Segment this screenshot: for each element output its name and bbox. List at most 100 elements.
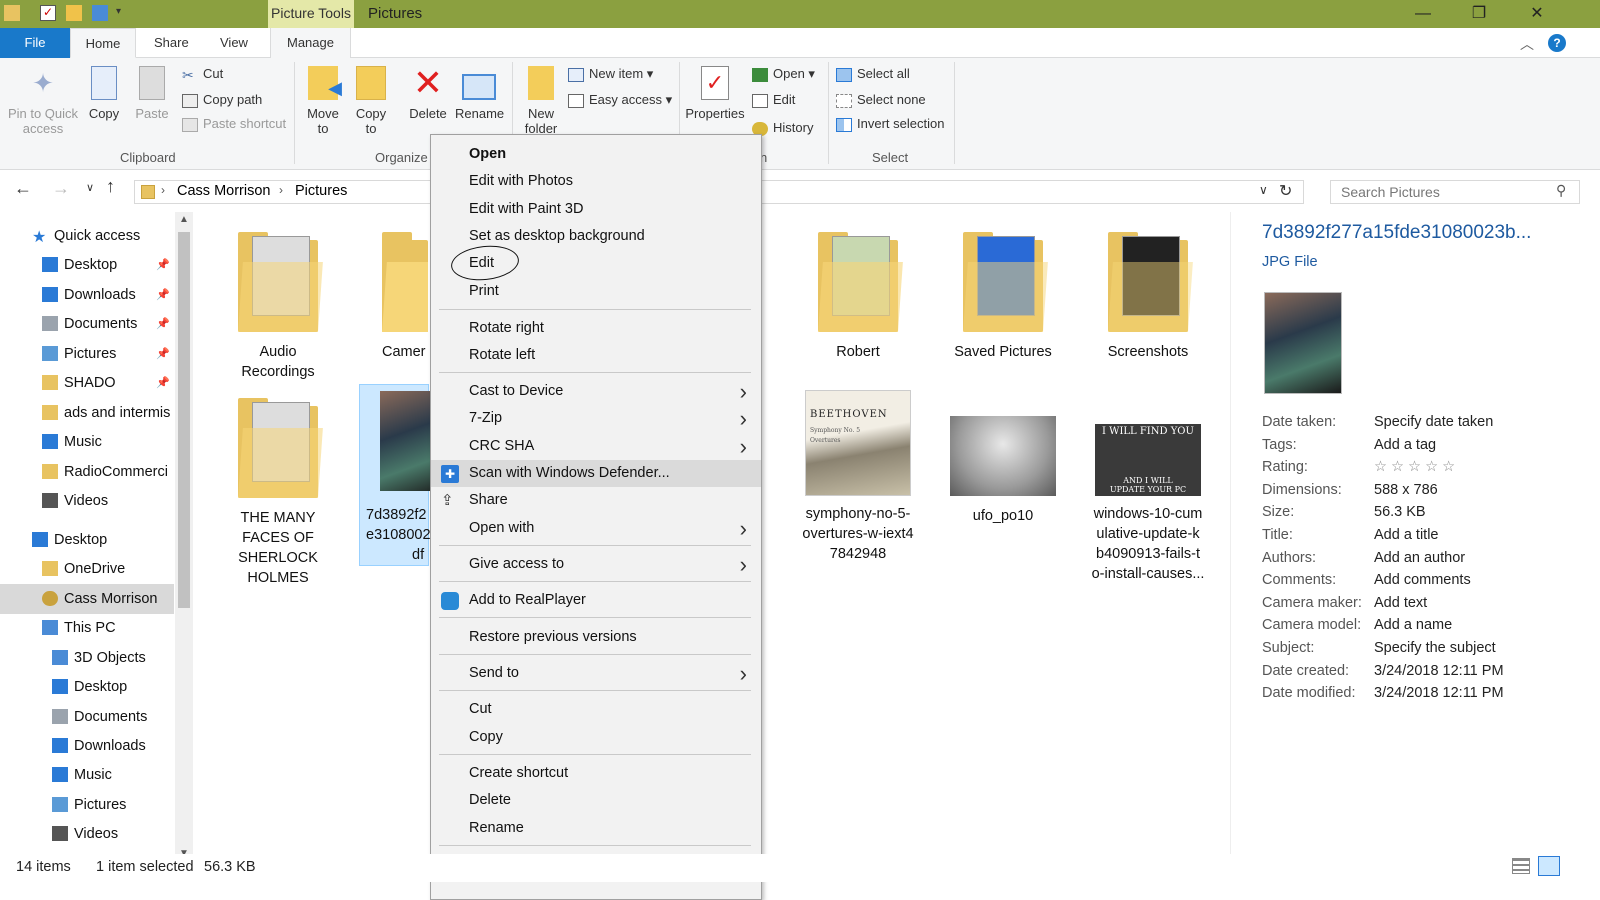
menu-item-open-with[interactable]: Open with › [431,515,761,542]
nav-quick-item[interactable]: Desktop 📌 [0,250,174,280]
menu-item-edit-with-photos[interactable]: Edit with Photos [431,168,761,195]
menu-item-add-to-realplayer[interactable]: Add to RealPlayer [431,587,761,614]
nav-quick-item[interactable]: RadioCommerci [0,457,174,487]
nav-quick-access[interactable]: ★ Quick access [0,221,174,251]
folder-item-sherlock-holmes[interactable]: THE MANY FACES OF SHERLOCK HOLMES [213,398,343,588]
menu-item-create-shortcut[interactable]: Create shortcut [431,760,761,787]
menu-item-restore-previous-versions[interactable]: Restore previous versions [431,624,761,651]
copy-button[interactable]: Copy [84,66,124,121]
nav-desktop-root[interactable]: Desktop [0,525,174,555]
menu-item-edit-with-paint-3d[interactable]: Edit with Paint 3D [431,196,761,223]
menu-item-rename[interactable]: Rename [431,815,761,842]
menu-item-delete[interactable]: Delete [431,787,761,814]
nav-pc-item[interactable]: Videos [0,819,174,849]
menu-item-give-access-to[interactable]: Give access to › [431,551,761,578]
menu-item-share[interactable]: Share ⇪ [431,487,761,514]
tab-home[interactable]: Home [70,28,136,58]
pin-icon[interactable]: 📌 [156,368,170,398]
property-value[interactable]: Add a tag [1374,437,1436,453]
pin-icon[interactable]: 📌 [156,280,170,310]
pin-icon[interactable]: 📌 [156,309,170,339]
select-all-button[interactable]: Select all [836,64,910,86]
menu-item-scan-with-windows-defender[interactable]: Scan with Windows Defender... ✚ [431,460,761,487]
nav-scrollbar-thumb[interactable] [178,232,190,608]
nav-quick-item[interactable]: Documents 📌 [0,309,174,339]
property-value[interactable]: ☆ ☆ ☆ ☆ ☆ [1374,459,1455,475]
property-value[interactable]: Specify the subject [1374,640,1496,656]
large-icons-view-icon[interactable] [1538,856,1560,876]
folder-item-robert[interactable]: Robert [793,232,923,362]
refresh-icon[interactable]: ↻ [1279,181,1292,201]
breadcrumb-cass-morrison[interactable]: Cass Morrison [177,183,270,199]
tab-manage[interactable]: Manage [270,28,351,58]
tab-file[interactable]: File [0,28,70,58]
pin-to-quick-access-button[interactable]: ✦ Pin to Quick access [4,66,82,136]
copy-path-button[interactable]: Copy path [182,90,262,112]
tab-share[interactable]: Share [138,28,205,58]
delete-button[interactable]: ✕ Delete [406,65,450,122]
pin-icon[interactable]: 📌 [156,339,170,369]
rename-quick-icon[interactable] [92,5,108,21]
search-input[interactable]: Search Pictures [1330,180,1580,204]
nav-pc-item[interactable]: Music [0,760,174,790]
move-to-button[interactable]: ◀ Move to [302,66,344,136]
property-value[interactable]: Add a name [1374,617,1452,633]
recent-locations-icon[interactable]: ∨ [86,181,94,194]
menu-item-7-zip[interactable]: 7-Zip › [431,405,761,432]
property-value[interactable]: Specify date taken [1374,414,1493,430]
menu-item-rotate-right[interactable]: Rotate right [431,315,761,342]
edit-button[interactable]: Edit [752,90,795,112]
breadcrumb-pictures[interactable]: Pictures [295,183,347,199]
folder-item-audio-recordings[interactable]: Audio Recordings [213,232,343,382]
menu-item-copy[interactable]: Copy [431,724,761,751]
cut-button[interactable]: ✂ Cut [182,64,223,86]
folder-item-camera[interactable]: Camer [358,232,428,362]
nav-quick-item[interactable]: SHADO 📌 [0,368,174,398]
nav-quick-item[interactable]: Downloads 📌 [0,280,174,310]
forward-arrow-icon[interactable]: → [52,178,70,199]
search-icon[interactable]: ⚲ [1556,182,1566,199]
nav-quick-item[interactable]: ads and intermis [0,398,174,428]
new-item-button[interactable]: New item ▾ [568,64,653,86]
file-item-ufo[interactable]: ufo_po10 [938,416,1068,526]
nav-pc-item[interactable]: 3D Objects [0,643,174,673]
selected-file-item[interactable]: 7d3892f2 e3108002 df [359,384,450,566]
property-value[interactable]: Add a title [1374,527,1439,543]
property-value[interactable]: Add text [1374,595,1427,611]
easy-access-button[interactable]: Easy access ▾ [568,90,672,112]
file-item-windows-10-update[interactable]: I WILL FIND YOU AND I WILL UPDATE YOUR P… [1083,424,1213,584]
new-folder-button[interactable]: New folder [520,66,562,136]
menu-item-open[interactable]: Open [431,141,761,168]
property-value[interactable]: Add an author [1374,550,1465,566]
properties-quick-icon[interactable]: ✓ [40,5,56,21]
folder-item-saved-pictures[interactable]: Saved Pictures [938,232,1068,362]
open-button[interactable]: Open ▾ [752,64,815,86]
menu-item-print[interactable]: Print [431,278,761,305]
nav-this-pc[interactable]: This PC [0,613,174,643]
property-value[interactable]: 3/24/2018 12:11 PM [1374,663,1504,679]
menu-item-cast-to-device[interactable]: Cast to Device › [431,378,761,405]
property-value[interactable]: 588 x 786 [1374,482,1438,498]
property-value[interactable]: 56.3 KB [1374,504,1426,520]
customize-quick-access-icon[interactable]: ▾ [116,6,121,17]
tab-view[interactable]: View [204,28,264,58]
menu-item-send-to[interactable]: Send to › [431,660,761,687]
up-arrow-icon[interactable]: ↑ [106,176,115,197]
close-button[interactable]: ✕ [1514,0,1560,28]
file-item-symphony[interactable]: BEETHOVEN Symphony No. 5 Overtures symph… [793,390,923,564]
nav-pc-item[interactable]: Desktop [0,672,174,702]
nav-quick-item[interactable]: Pictures 📌 [0,339,174,369]
back-arrow-icon[interactable]: ← [14,178,32,199]
new-folder-quick-icon[interactable] [66,5,82,21]
scroll-up-icon[interactable]: ▲ [179,214,189,225]
paste-shortcut-button[interactable]: Paste shortcut [182,114,286,136]
invert-selection-button[interactable]: Invert selection [836,114,944,136]
property-value[interactable]: Add comments [1374,572,1471,588]
property-value[interactable]: 3/24/2018 12:11 PM [1374,685,1504,701]
nav-pc-item[interactable]: Pictures [0,790,174,820]
copy-to-button[interactable]: Copy to [350,66,392,136]
nav-pc-item[interactable]: Downloads [0,731,174,761]
menu-item-cut[interactable]: Cut [431,696,761,723]
paste-button[interactable]: Paste [132,66,172,121]
nav-quick-item[interactable]: Videos [0,486,174,516]
